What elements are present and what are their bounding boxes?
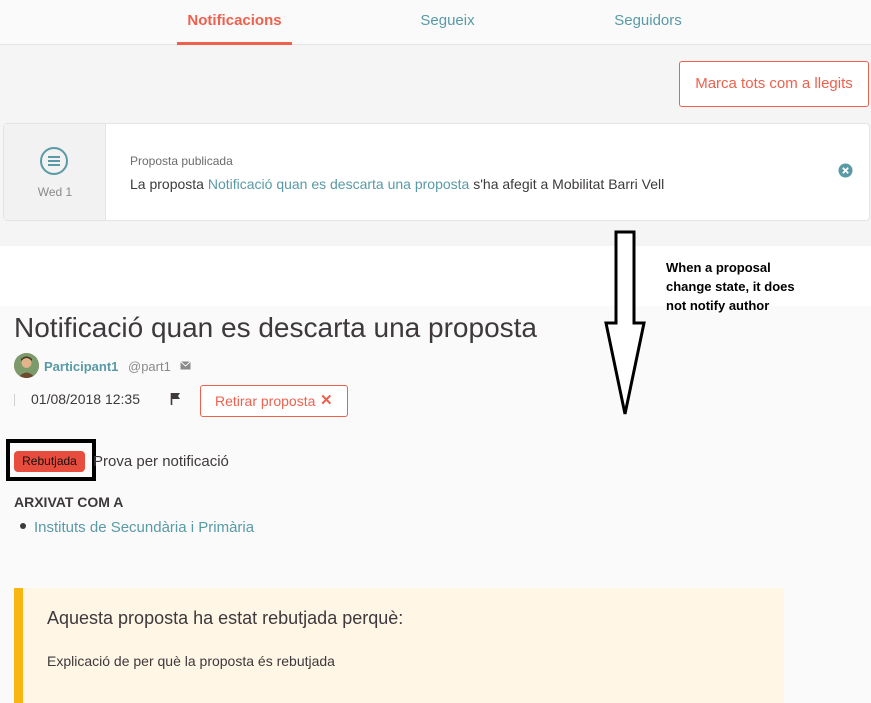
callout-title: Aquesta proposta ha estat rebutjada perq… bbox=[47, 608, 404, 628]
archived-as-heading: ARXIVAT COM A bbox=[14, 494, 124, 510]
notification-day: Wed 1 bbox=[37, 185, 73, 199]
avatar[interactable] bbox=[14, 353, 39, 378]
date-separator bbox=[14, 394, 15, 406]
annotation-line: not notify author bbox=[666, 298, 770, 313]
tab-notificacions[interactable]: Notificacions bbox=[177, 0, 292, 45]
tab-segueix[interactable]: Segueix bbox=[400, 0, 495, 45]
notification-type: Proposta publicada bbox=[130, 154, 233, 168]
avatar-image bbox=[14, 353, 39, 378]
bullet-dot bbox=[20, 523, 26, 530]
notification-proposal-link[interactable]: Notificació quan es descarta una propost… bbox=[208, 176, 470, 192]
rejection-callout: Aquesta proposta ha estat rebutjada perq… bbox=[14, 588, 784, 703]
annotation-line: change state, it does bbox=[666, 279, 795, 294]
annotation-note: When a proposal change state, it does no… bbox=[666, 258, 856, 315]
notification-card: Wed 1 Proposta publicada La proposta Not… bbox=[3, 123, 870, 221]
callout-body: Explicació de per què la proposta és reb… bbox=[47, 653, 335, 669]
author-name-link[interactable]: Participant1 bbox=[44, 359, 118, 374]
author-nickname: @part1 bbox=[128, 359, 171, 374]
withdraw-proposal-label: Retirar proposta bbox=[215, 393, 316, 409]
proposal-body: Prova per notificació bbox=[93, 453, 229, 470]
annotation-line: When a proposal bbox=[666, 260, 771, 275]
proposal-title: Notificació quan es descarta una propost… bbox=[14, 312, 537, 343]
flag-icon[interactable] bbox=[170, 392, 181, 405]
close-x-icon: ✕ bbox=[320, 392, 333, 409]
notifications-panel: Notificacions Segueix Seguidors Marca to… bbox=[0, 0, 871, 246]
notification-text-after: s'ha afegit a Mobilitat Barri Vell bbox=[469, 176, 665, 192]
tabs-bar: Notificacions Segueix Seguidors bbox=[0, 0, 871, 45]
notification-text: La proposta Notificació quan es descarta… bbox=[130, 176, 664, 192]
archived-category-link[interactable]: Instituts de Secundària i Primària bbox=[34, 519, 254, 536]
archived-category-item[interactable]: Instituts de Secundària i Primària bbox=[20, 519, 254, 536]
close-icon[interactable] bbox=[838, 163, 853, 178]
notification-text-before: La proposta bbox=[130, 176, 208, 192]
envelope-icon[interactable] bbox=[180, 361, 191, 370]
proposal-list-icon bbox=[40, 147, 68, 175]
status-badge: Rebutjada bbox=[14, 451, 85, 472]
down-arrow-icon bbox=[604, 230, 646, 415]
tab-seguidors[interactable]: Seguidors bbox=[598, 0, 698, 45]
notification-date-column: Wed 1 bbox=[4, 124, 106, 220]
mark-all-read-button[interactable]: Marca tots com a llegits bbox=[679, 61, 869, 107]
withdraw-proposal-button[interactable]: Retirar proposta ✕ bbox=[200, 385, 348, 417]
proposal-date: 01/08/2018 12:35 bbox=[31, 391, 140, 407]
